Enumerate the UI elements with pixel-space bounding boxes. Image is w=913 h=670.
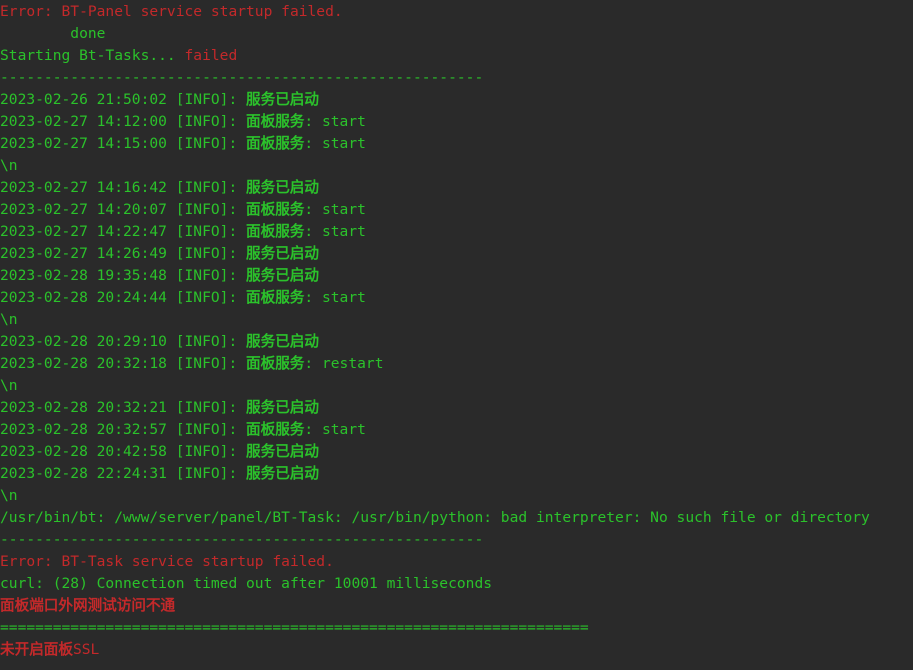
terminal-text-segment: : start [304,223,366,240]
terminal-text-segment: : restart [304,355,384,372]
terminal-text-segment: 服务已启动 [246,443,319,460]
terminal-text-segment: 服务已启动 [246,179,319,196]
terminal-text-segment: 2023-02-28 22:24:31 [INFO]: [0,465,247,482]
terminal-line: \n [0,155,913,177]
terminal-text-segment: ----------------------------------------… [0,531,484,548]
terminal-text-segment: : start [304,201,366,218]
terminal-line: 未开启面板SSL [0,639,913,661]
terminal-text-segment: Error: BT-Task service startup failed. [0,553,334,570]
terminal-text-segment: 服务已启动 [246,267,319,284]
terminal-line: 2023-02-27 14:12:00 [INFO]: 面板服务: start [0,111,913,133]
terminal-text-segment: 2023-02-28 20:32:21 [INFO]: [0,399,247,416]
terminal-output[interactable]: Error: BT-Panel service startup failed. … [0,1,913,670]
terminal-line: /usr/bin/bt: /www/server/panel/BT-Task: … [0,507,913,529]
terminal-text-segment: 服务已启动 [246,465,319,482]
terminal-text-segment: 2023-02-28 20:32:57 [INFO]: [0,421,247,438]
terminal-text-segment: 2023-02-28 19:35:48 [INFO]: [0,267,247,284]
terminal-line: 2023-02-28 20:29:10 [INFO]: 服务已启动 [0,331,913,353]
terminal-line: Error: BT-Task service startup failed. [0,551,913,573]
terminal-line: 2023-02-28 20:32:18 [INFO]: 面板服务: restar… [0,353,913,375]
terminal-text-segment: : start [304,135,366,152]
terminal-text-segment: : start [304,113,366,130]
terminal-line: 2023-02-28 20:32:21 [INFO]: 服务已启动 [0,397,913,419]
terminal-text-segment: 2023-02-26 21:50:02 [INFO]: [0,91,247,108]
terminal-text-segment: 面板服务 [246,289,305,306]
terminal-line: 2023-02-27 14:26:49 [INFO]: 服务已启动 [0,243,913,265]
terminal-text-segment: 面板服务 [246,355,305,372]
terminal-line: Error: BT-Panel service startup failed. [0,1,913,23]
terminal-text-segment: 服务已启动 [246,245,319,262]
terminal-text-segment: 2023-02-28 20:42:58 [INFO]: [0,443,247,460]
terminal-text-segment: ----------------------------------------… [0,69,484,86]
terminal-line: 2023-02-28 20:42:58 [INFO]: 服务已启动 [0,441,913,463]
terminal-text-segment: : start [304,421,366,438]
terminal-text-segment: 面板端口外网测试访问不通 [0,597,176,614]
terminal-line: 2023-02-26 21:50:02 [INFO]: 服务已启动 [0,89,913,111]
terminal-line: ----------------------------------------… [0,67,913,89]
terminal-text-segment: 2023-02-27 14:15:00 [INFO]: [0,135,247,152]
terminal-text-segment: 面板服务 [246,135,305,152]
terminal-line: 2023-02-27 14:20:07 [INFO]: 面板服务: start [0,199,913,221]
terminal-line: Starting Bt-Tasks... failed [0,45,913,67]
terminal-text-segment: \n [0,377,18,394]
terminal-line: curl: (28) Connection timed out after 10… [0,573,913,595]
terminal-text-segment: 服务已启动 [246,399,319,416]
terminal-text-segment: 面板服务 [246,223,305,240]
terminal-text-segment: Error: BT-Panel service startup failed. [0,3,343,20]
terminal-text-segment: ========================================… [0,619,589,636]
terminal-text-segment: 2023-02-28 20:32:18 [INFO]: [0,355,247,372]
terminal-text-segment: 2023-02-27 14:22:47 [INFO]: [0,223,247,240]
terminal-line: \n [0,309,913,331]
terminal-text-segment: SSL [72,641,100,658]
terminal-line: 2023-02-28 20:32:57 [INFO]: 面板服务: start [0,419,913,441]
terminal-line: 2023-02-28 22:24:31 [INFO]: 服务已启动 [0,463,913,485]
terminal-text-segment: 服务已启动 [246,333,319,350]
terminal-line: 2023-02-28 19:35:48 [INFO]: 服务已启动 [0,265,913,287]
terminal-text-segment: 面板服务 [246,421,305,438]
terminal-text-segment: 2023-02-27 14:20:07 [INFO]: [0,201,247,218]
terminal-line: 面板端口外网测试访问不通 [0,595,913,617]
terminal-text-segment: 2023-02-27 14:26:49 [INFO]: [0,245,247,262]
terminal-text-segment: 面板服务 [246,201,305,218]
terminal-text-segment: \n [0,487,18,504]
terminal-line: 2023-02-28 20:24:44 [INFO]: 面板服务: start [0,287,913,309]
terminal-text-segment: Starting Bt-Tasks... [0,47,185,64]
terminal-text-segment: /usr/bin/bt: /www/server/panel/BT-Task: … [0,509,870,526]
terminal-text-segment: 2023-02-28 20:29:10 [INFO]: [0,333,247,350]
terminal-text-segment: 面板服务 [246,113,305,130]
terminal-line: \n [0,375,913,397]
terminal-line: \n [0,485,913,507]
terminal-line: done [0,23,913,45]
terminal-text-segment: 2023-02-27 14:12:00 [INFO]: [0,113,247,130]
terminal-line: 2023-02-27 14:22:47 [INFO]: 面板服务: start [0,221,913,243]
terminal-text-segment: failed [184,47,238,64]
terminal-text-segment: 2023-02-27 14:16:42 [INFO]: [0,179,247,196]
terminal-text-segment: 服务已启动 [246,91,319,108]
terminal-text-segment: \n [0,311,18,328]
terminal-text-segment: 2023-02-28 20:24:44 [INFO]: [0,289,247,306]
terminal-line: ----------------------------------------… [0,529,913,551]
terminal-line: 2023-02-27 14:15:00 [INFO]: 面板服务: start [0,133,913,155]
terminal-text-segment: : start [304,289,366,306]
terminal-line: ========================================… [0,617,913,639]
terminal-text-segment: 未开启面板 [0,641,73,658]
terminal-text-segment: done [0,25,106,42]
terminal-text-segment: \n [0,157,18,174]
terminal-line: 2023-02-27 14:16:42 [INFO]: 服务已启动 [0,177,913,199]
terminal-text-segment: curl: (28) Connection timed out after 10… [0,575,493,592]
